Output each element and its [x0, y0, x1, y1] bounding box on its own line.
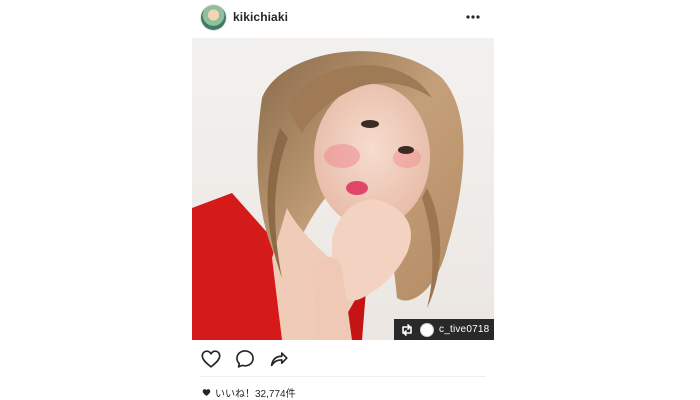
portrait-image — [192, 38, 494, 340]
post-header: kikichiaki — [192, 0, 494, 36]
source-avatar — [420, 322, 434, 337]
likes-row[interactable]: いいね！32,774件 — [202, 385, 296, 400]
post-photo[interactable]: c_tive0718 — [192, 38, 494, 340]
share-icon[interactable] — [268, 348, 290, 370]
username[interactable]: kikichiaki — [233, 10, 288, 24]
instagram-post: kikichiaki c_tive0718 いいね！32,774件 — [192, 0, 494, 400]
divider — [200, 376, 486, 377]
avatar[interactable] — [201, 5, 226, 30]
heart-small-icon — [202, 389, 211, 396]
heart-icon[interactable] — [200, 348, 222, 370]
repost-badge[interactable]: c_tive0718 — [394, 319, 494, 340]
more-icon[interactable] — [464, 8, 482, 26]
source-username: c_tive0718 — [439, 324, 490, 335]
repost-icon — [402, 323, 412, 336]
action-bar — [192, 346, 494, 374]
comment-icon[interactable] — [234, 348, 256, 370]
likes-count: いいね！32,774件 — [215, 389, 296, 400]
